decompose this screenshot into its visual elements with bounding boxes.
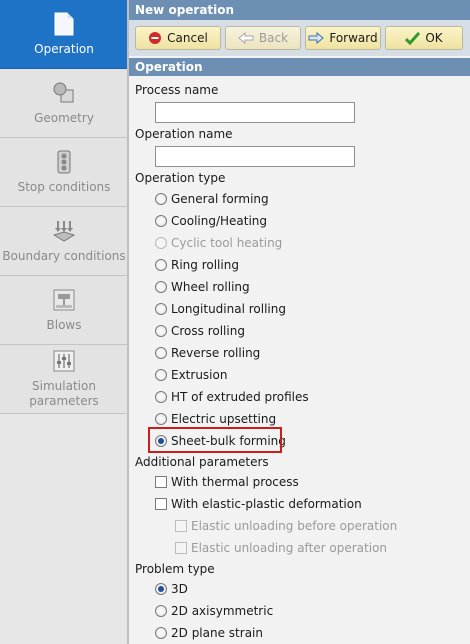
additional-parameters-label: Additional parameters xyxy=(135,455,269,469)
process-name-input[interactable] xyxy=(155,102,355,123)
radio-electric-upsetting[interactable]: Electric upsetting xyxy=(155,410,276,428)
radio-extrusion[interactable]: Extrusion xyxy=(155,366,227,384)
checkbox[interactable] xyxy=(155,476,167,488)
document-icon xyxy=(51,12,77,36)
option-label: Reverse rolling xyxy=(171,346,261,360)
option-label: HT of extruded profiles xyxy=(171,390,309,404)
option-label: 2D plane strain xyxy=(171,626,263,640)
sidebar-item-label: Geometry xyxy=(34,110,94,125)
checkbox-unload-after: Elastic unloading after operation xyxy=(175,539,387,557)
sidebar-item-geometry[interactable]: Geometry xyxy=(0,69,128,138)
cancel-icon xyxy=(148,31,162,45)
sidebar-item-label: Boundary conditions xyxy=(2,248,126,263)
radio-wheel-rolling[interactable]: Wheel rolling xyxy=(155,278,250,296)
sidebar-item-label: Simulation parameters xyxy=(29,379,99,408)
sidebar-item-label: Operation xyxy=(34,41,94,56)
radio-cross-rolling[interactable]: Cross rolling xyxy=(155,322,245,340)
operation-type-label: Operation type xyxy=(135,171,226,185)
option-label: Wheel rolling xyxy=(171,280,250,294)
checkbox xyxy=(175,542,187,554)
process-name-label: Process name xyxy=(135,83,219,97)
radio-2d-axisymmetric[interactable]: 2D axisymmetric xyxy=(155,602,273,620)
section-header-operation: Operation xyxy=(129,58,470,76)
radio-button[interactable] xyxy=(155,215,167,227)
radio-longitudinal-rolling[interactable]: Longitudinal rolling xyxy=(155,300,286,318)
back-label: Back xyxy=(258,31,289,45)
boundary-arrows-icon xyxy=(51,219,77,243)
radio-button[interactable] xyxy=(155,281,167,293)
radio-ring-rolling[interactable]: Ring rolling xyxy=(155,256,239,274)
toolbar: Cancel Back Forward OK xyxy=(129,20,470,56)
option-label: With elastic-plastic deformation xyxy=(171,497,362,511)
sidebar-item-operation[interactable]: Operation xyxy=(0,0,128,69)
radio-button[interactable] xyxy=(155,303,167,315)
sidebar-item-blows[interactable]: Blows xyxy=(0,276,128,345)
option-label: Cyclic tool heating xyxy=(171,236,283,250)
radio-button[interactable] xyxy=(155,347,167,359)
ok-button[interactable]: OK xyxy=(385,26,463,50)
checkbox-thermal-process[interactable]: With thermal process xyxy=(155,473,299,491)
option-label: Ring rolling xyxy=(171,258,239,272)
radio-button[interactable] xyxy=(155,259,167,271)
cancel-label: Cancel xyxy=(167,31,208,45)
option-label: Cross rolling xyxy=(171,324,245,338)
cancel-button[interactable]: Cancel xyxy=(135,26,221,50)
option-label: General forming xyxy=(171,192,269,206)
radio-button[interactable] xyxy=(155,605,167,617)
option-label: Elastic unloading before operation xyxy=(191,519,398,533)
radio-button[interactable] xyxy=(155,583,167,595)
option-label: Cooling/Heating xyxy=(171,214,268,228)
sidebar-item-label: Blows xyxy=(46,317,82,332)
operation-name-label: Operation name xyxy=(135,127,233,141)
option-label: 2D axisymmetric xyxy=(171,604,274,618)
forward-button[interactable]: Forward xyxy=(305,26,381,50)
option-label: 3D xyxy=(171,582,188,596)
radio-button[interactable] xyxy=(155,627,167,639)
checkbox[interactable] xyxy=(155,498,167,510)
arrow-right-icon xyxy=(308,32,325,44)
radio-button[interactable] xyxy=(155,369,167,381)
radio-3d[interactable]: 3D xyxy=(155,580,188,598)
problem-type-label: Problem type xyxy=(135,562,215,576)
option-label: Electric upsetting xyxy=(171,412,277,426)
checkbox-unload-before: Elastic unloading before operation xyxy=(175,517,397,535)
operation-panel: New operation Cancel Back Forward OK Ope… xyxy=(129,0,470,644)
option-label: With thermal process xyxy=(171,475,299,489)
window-title: New operation xyxy=(129,0,470,20)
selection-highlight xyxy=(148,427,282,453)
sidebar-item-boundary-conditions[interactable]: Boundary conditions xyxy=(0,207,128,276)
radio-button[interactable] xyxy=(155,325,167,337)
traffic-light-icon xyxy=(51,150,77,174)
arrow-left-icon xyxy=(238,32,254,44)
option-label: Extrusion xyxy=(171,368,228,382)
sliders-icon xyxy=(51,349,77,373)
radio-general-forming[interactable]: General forming xyxy=(155,190,269,208)
geometry-icon xyxy=(51,81,77,105)
hammer-icon xyxy=(51,288,77,312)
back-button[interactable]: Back xyxy=(225,26,301,50)
sidebar-item-stop-conditions[interactable]: Stop conditions xyxy=(0,138,128,207)
radio-ht-extruded-profiles[interactable]: HT of extruded profiles xyxy=(155,388,309,406)
checkmark-icon xyxy=(405,31,421,45)
radio-button[interactable] xyxy=(155,391,167,403)
ok-label: OK xyxy=(425,31,443,45)
sidebar-item-label: Stop conditions xyxy=(17,179,111,194)
radio-cyclic-tool-heating: Cyclic tool heating xyxy=(155,234,282,252)
radio-cooling-heating[interactable]: Cooling/Heating xyxy=(155,212,267,230)
radio-reverse-rolling[interactable]: Reverse rolling xyxy=(155,344,260,362)
radio-button[interactable] xyxy=(155,413,167,425)
checkbox xyxy=(175,520,187,532)
operation-name-input[interactable] xyxy=(155,146,355,167)
radio-2d-plane-strain[interactable]: 2D plane strain xyxy=(155,624,263,642)
radio-button xyxy=(155,237,167,249)
radio-button[interactable] xyxy=(155,193,167,205)
option-label: Elastic unloading after operation xyxy=(191,541,388,555)
forward-label: Forward xyxy=(329,31,378,45)
sidebar-item-simulation-parameters[interactable]: Simulation parameters xyxy=(0,345,128,414)
checkbox-elastic-plastic[interactable]: With elastic-plastic deformation xyxy=(155,495,362,513)
option-label: Longitudinal rolling xyxy=(171,302,286,316)
sidebar: Operation Geometry Stop conditions Bound… xyxy=(0,0,128,644)
